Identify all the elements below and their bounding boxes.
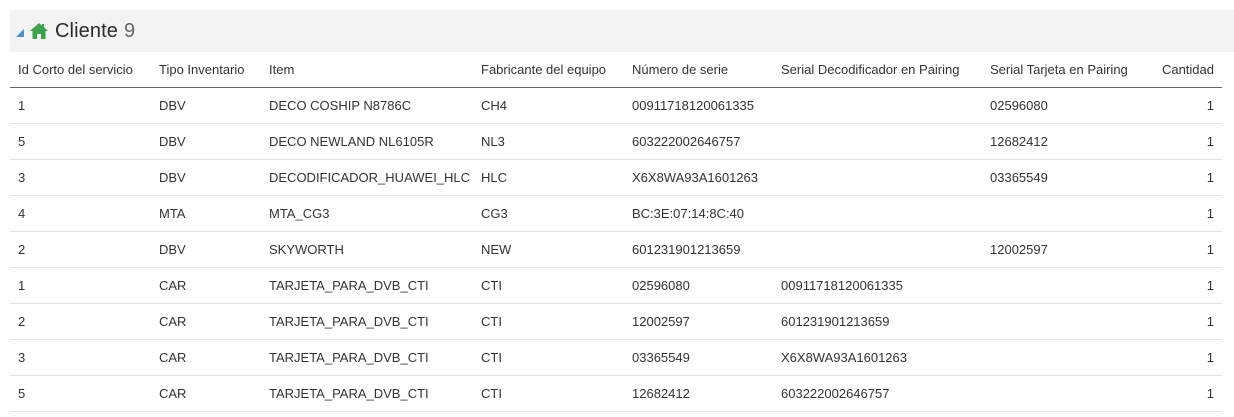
cell-fabricante: CTI: [473, 375, 624, 412]
home-icon: [29, 21, 49, 41]
column-header-id[interactable]: Id Corto del servicio: [10, 52, 151, 88]
cell-numero-serie: 12002597: [624, 303, 773, 340]
cell-tipo: DBV: [151, 87, 261, 124]
panel-title: Cliente 9: [55, 20, 135, 43]
cell-id: 4: [10, 195, 151, 232]
panel-title-label: Cliente: [55, 19, 118, 42]
column-header-numero-serie[interactable]: Número de serie: [624, 52, 773, 88]
cell-numero-serie: BC:3E:07:14:8C:40: [624, 195, 773, 232]
table-row[interactable]: 5 CAR TARJETA_PARA_DVB_CTI CTI 12682412 60322…: [10, 375, 1222, 412]
cell-item: TARJETA_PARA_DVB_CTI: [261, 339, 473, 376]
table-row[interactable]: 4 MTA MTA_CG3 CG3 BC:3E:07:14:8C:40 1: [10, 195, 1222, 232]
cell-serial-tarjeta: 03365549: [982, 159, 1152, 196]
cell-fabricante: CTI: [473, 339, 624, 376]
column-header-serial-tarjeta[interactable]: Serial Tarjeta en Pairing: [982, 52, 1152, 88]
cell-numero-serie: X6X8WA93A1601263: [624, 159, 773, 196]
cell-tipo: CAR: [151, 267, 261, 304]
table-row[interactable]: 2 CAR TARJETA_PARA_DVB_CTI CTI 12002597 60123…: [10, 303, 1222, 340]
cell-serial-tarjeta: [982, 339, 1152, 376]
table-row[interactable]: 5 DBV DECO NEWLAND NL6105R NL3 6032220026467…: [10, 123, 1222, 160]
table-row[interactable]: 1 DBV DECO COSHIP N8786C CH4 009117181200613…: [10, 87, 1222, 124]
table-row[interactable]: 2 DBV SKYWORTH NEW 601231901213659 12002597 1: [10, 231, 1222, 268]
cell-fabricante: CTI: [473, 267, 624, 304]
cell-item: MTA_CG3: [261, 195, 473, 232]
cell-fabricante: CTI: [473, 303, 624, 340]
cell-tipo: MTA: [151, 195, 261, 232]
cell-item: DECO NEWLAND NL6105R: [261, 123, 473, 160]
column-header-cantidad[interactable]: Cantidad: [1152, 52, 1222, 88]
cell-cantidad: 1: [1152, 303, 1222, 340]
cell-tipo: DBV: [151, 123, 261, 160]
cell-serial-tarjeta: [982, 375, 1152, 412]
cell-item: TARJETA_PARA_DVB_CTI: [261, 375, 473, 412]
cell-serial-deco: [773, 123, 982, 160]
cell-cantidad: 1: [1152, 267, 1222, 304]
cell-id: 5: [10, 375, 151, 412]
cell-fabricante: NEW: [473, 231, 624, 268]
cell-id: 2: [10, 303, 151, 340]
cell-fabricante: CG3: [473, 195, 624, 232]
cell-id: 1: [10, 267, 151, 304]
cell-item: TARJETA_PARA_DVB_CTI: [261, 303, 473, 340]
cell-serial-deco: [773, 159, 982, 196]
cell-numero-serie: 603222002646757: [624, 123, 773, 160]
cell-serial-deco: [773, 195, 982, 232]
cell-id: 5: [10, 123, 151, 160]
cell-serial-tarjeta: 02596080: [982, 87, 1152, 124]
cell-item: TARJETA_PARA_DVB_CTI: [261, 267, 473, 304]
cell-numero-serie: 03365549: [624, 339, 773, 376]
cell-tipo: CAR: [151, 375, 261, 412]
column-header-item[interactable]: Item: [261, 52, 473, 88]
client-panel: Cliente 9 Id Corto del servicio Tipo Inve…: [10, 10, 1234, 417]
cell-cantidad: 1: [1152, 87, 1222, 124]
column-header-serial-deco[interactable]: Serial Decodificador en Pairing: [773, 52, 982, 88]
cell-cantidad: 1: [1152, 123, 1222, 160]
panel-title-count: 9: [123, 19, 136, 42]
table-header-row: Id Corto del servicio Tipo Inventario It…: [10, 52, 1222, 88]
cell-serial-deco: 00911718120061335: [773, 267, 982, 304]
cell-tipo: DBV: [151, 231, 261, 268]
cell-numero-serie: 00911718120061335: [624, 87, 773, 124]
cell-serial-tarjeta: 12002597: [982, 231, 1152, 268]
inventory-table: Id Corto del servicio Tipo Inventario It…: [10, 52, 1222, 412]
cell-serial-deco: 603222002646757: [773, 375, 982, 412]
table-row[interactable]: 3 DBV DECODIFICADOR_HUAWEI_HLC HLC X6X8WA93A…: [10, 159, 1222, 196]
panel-header: Cliente 9: [10, 10, 1234, 52]
cell-item: DECODIFICADOR_HUAWEI_HLC: [261, 159, 473, 196]
cell-serial-tarjeta: [982, 195, 1152, 232]
cell-id: 2: [10, 231, 151, 268]
cell-numero-serie: 601231901213659: [624, 231, 773, 268]
collapse-toggle-icon[interactable]: [16, 29, 24, 37]
cell-serial-tarjeta: [982, 303, 1152, 340]
cell-serial-deco: 601231901213659: [773, 303, 982, 340]
cell-item: DECO COSHIP N8786C: [261, 87, 473, 124]
cell-item: SKYWORTH: [261, 231, 473, 268]
cell-cantidad: 1: [1152, 159, 1222, 196]
cell-cantidad: 1: [1152, 375, 1222, 412]
cell-serial-tarjeta: 12682412: [982, 123, 1152, 160]
cell-id: 3: [10, 159, 151, 196]
cell-fabricante: CH4: [473, 87, 624, 124]
table-row[interactable]: 3 CAR TARJETA_PARA_DVB_CTI CTI 03365549 X6X8W…: [10, 339, 1222, 376]
cell-cantidad: 1: [1152, 195, 1222, 232]
cell-numero-serie: 02596080: [624, 267, 773, 304]
cell-fabricante: NL3: [473, 123, 624, 160]
table-body: 1 DBV DECO COSHIP N8786C CH4 009117181200613…: [10, 87, 1222, 412]
cell-serial-tarjeta: [982, 267, 1152, 304]
column-header-fabricante[interactable]: Fabricante del equipo: [473, 52, 624, 88]
cell-fabricante: HLC: [473, 159, 624, 196]
cell-tipo: CAR: [151, 303, 261, 340]
column-header-tipo[interactable]: Tipo Inventario: [151, 52, 261, 88]
cell-id: 3: [10, 339, 151, 376]
cell-tipo: DBV: [151, 159, 261, 196]
cell-serial-deco: [773, 231, 982, 268]
cell-numero-serie: 12682412: [624, 375, 773, 412]
table-row[interactable]: 1 CAR TARJETA_PARA_DVB_CTI CTI 02596080 00911…: [10, 267, 1222, 304]
cell-tipo: CAR: [151, 339, 261, 376]
cell-id: 1: [10, 87, 151, 124]
cell-cantidad: 1: [1152, 339, 1222, 376]
cell-serial-deco: X6X8WA93A1601263: [773, 339, 982, 376]
cell-serial-deco: [773, 87, 982, 124]
cell-cantidad: 1: [1152, 231, 1222, 268]
